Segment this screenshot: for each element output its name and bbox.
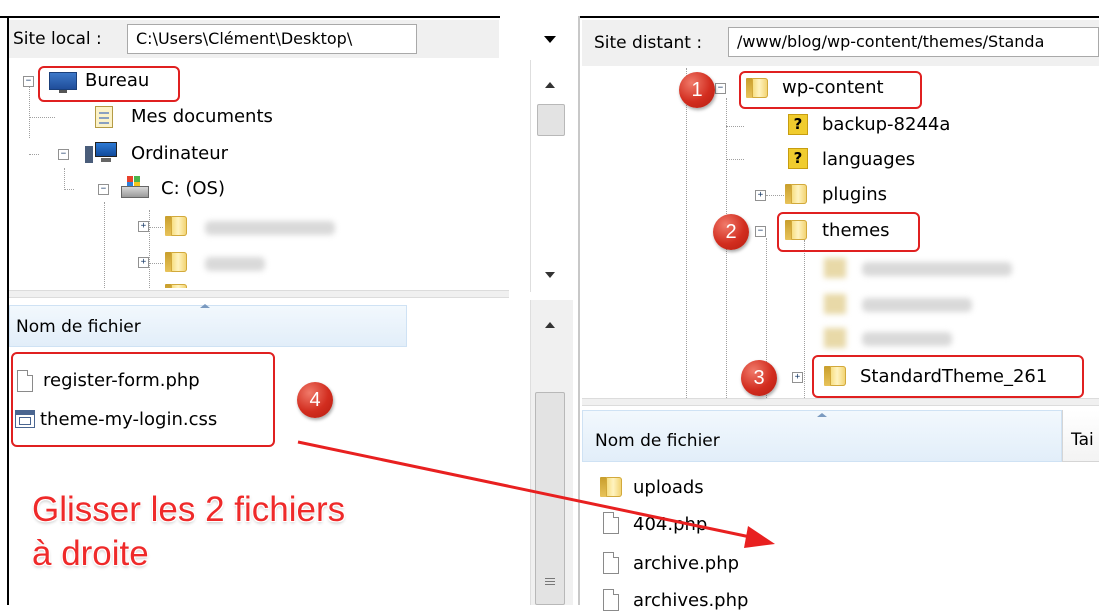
instruction-line-1: Glisser les 2 fichiers xyxy=(32,490,346,529)
instruction-text: Glisser les 2 fichiers à droite xyxy=(32,488,345,576)
instruction-line-2: à droite xyxy=(32,534,149,573)
